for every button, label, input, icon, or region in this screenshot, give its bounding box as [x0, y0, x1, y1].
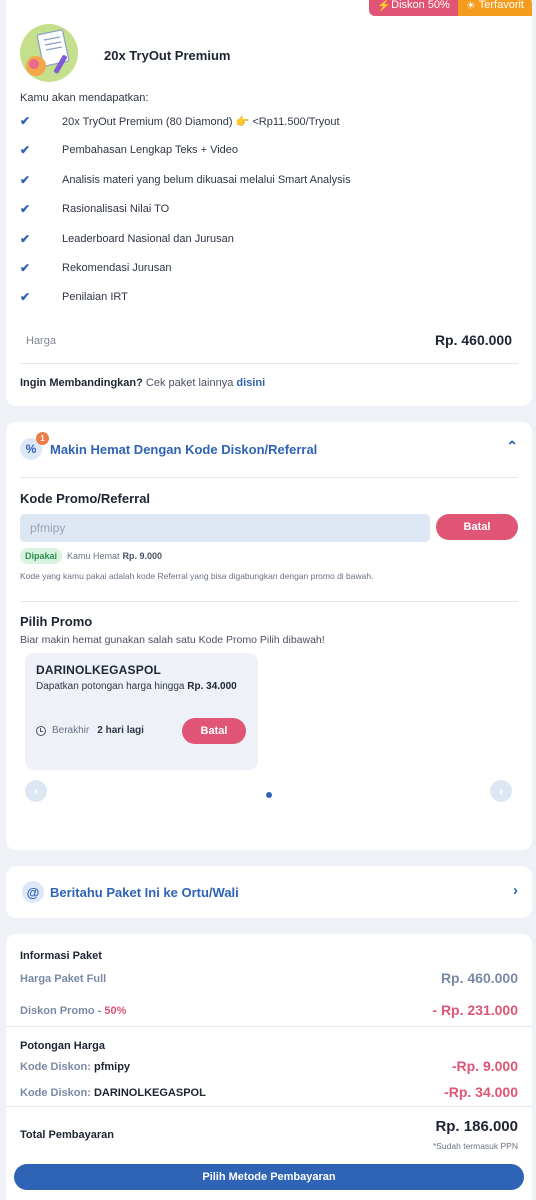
promo-header[interactable]: % 1 Makin Hemat Dengan Kode Diskon/Refer… [20, 432, 518, 462]
saving-value: Rp. 9.000 [122, 551, 163, 561]
discount-label: Diskon Promo - 50% [20, 1005, 127, 1017]
payment-summary-card: Informasi Paket Harga Paket Full Rp. 460… [6, 934, 532, 1200]
compare-link[interactable]: disini [236, 377, 265, 389]
carousel-dot[interactable] [266, 792, 272, 798]
notify-parent-card[interactable]: @ Beritahu Paket Ini ke Ortu/Wali › [6, 866, 532, 918]
cancel-code-button[interactable]: Batal [436, 514, 518, 540]
benefit-item: ✔ Rasionalisasi Nilai TO [20, 202, 170, 217]
check-icon: ✔ [20, 290, 31, 305]
promo-option-code: DARINOLKEGASPOL [36, 663, 162, 677]
notify-parent-title: Beritahu Paket Ini ke Ortu/Wali [50, 885, 239, 900]
promo-option-desc: Dapatkan potongan harga hingga Rp. 34.00… [36, 681, 237, 692]
notification-badge: 1 [36, 432, 49, 445]
package-illustration [20, 24, 78, 82]
used-badge: Dipakai [20, 548, 63, 564]
total-value: Rp. 186.000 [435, 1118, 518, 1135]
favorite-badge: ☀ Terfavorit [457, 0, 532, 16]
carousel-next-icon[interactable]: › [490, 780, 512, 802]
benefit-item: ✔ Pembahasan Lengkap Teks + Video [20, 143, 239, 158]
clock-icon [36, 725, 46, 736]
discount-code-2-label: Kode Diskon: DARINOLKEGASPOL [20, 1087, 206, 1099]
promo-option-card[interactable]: DARINOLKEGASPOL Dapatkan potongan harga … [25, 653, 258, 770]
divider [6, 1106, 532, 1107]
price-label: Harga [26, 335, 56, 347]
pick-promo-title: Pilih Promo [20, 614, 93, 629]
promo-code-title: Kode Promo/Referral [20, 491, 151, 506]
chevron-right-icon[interactable]: › [513, 882, 518, 899]
check-icon: ✔ [20, 260, 31, 275]
promo-header-title: Makin Hemat Dengan Kode Diskon/Referral [50, 441, 318, 457]
benefits-intro: Kamu akan mendapatkan: [20, 92, 149, 104]
promo-code-input[interactable] [20, 514, 430, 542]
package-card: ⚡ Diskon 50% ☀ Terfavorit 20x TryOut Prem… [6, 0, 532, 406]
choose-payment-method-button[interactable]: Pilih Metode Pembayaran [14, 1164, 524, 1190]
check-icon: ✔ [20, 172, 31, 187]
check-icon: ✔ [20, 114, 31, 128]
ppn-note: *Sudah termasuk PPN [432, 1141, 518, 1151]
cancel-promo-button[interactable]: Batal [182, 718, 246, 744]
benefit-item: ✔ Rekomendasi Jurusan [20, 260, 172, 275]
benefit-item: ✔ Penilaian IRT [20, 290, 128, 305]
check-icon: ✔ [20, 231, 31, 246]
benefit-item: ✔ Analisis materi yang belum dikuasai mel… [20, 172, 351, 187]
discount-code-2-value: -Rp. 34.000 [444, 1084, 518, 1100]
carousel-prev-icon[interactable]: ‹ [25, 780, 47, 802]
lightning-icon: ⚡ [377, 0, 392, 12]
price-cut-title: Potongan Harga [20, 1040, 105, 1052]
promo-card: % 1 Makin Hemat Dengan Kode Diskon/Refer… [6, 422, 532, 850]
discount-code-1-label: Kode Diskon: pfmipy [20, 1061, 131, 1073]
discount-badge: ⚡ Diskon 50% [369, 0, 458, 16]
divider [20, 477, 518, 478]
benefit-item: ✔ 20x TryOut Premium (80 Diamond) 👉 <Rp11… [20, 114, 340, 128]
full-price-value: Rp. 460.000 [440, 970, 518, 986]
divider [20, 363, 518, 364]
promo-option-expiry: Berakhir 2 hari lagi [36, 725, 144, 736]
divider [20, 601, 518, 602]
discount-value: - Rp. 231.000 [432, 1002, 518, 1018]
benefits-list: ✔ 20x TryOut Premium (80 Diamond) 👉 <Rp11… [20, 114, 520, 320]
divider [6, 1026, 532, 1027]
check-icon: ✔ [20, 202, 31, 217]
code-used-row: Dipakai Kamu Hemat Rp. 9.000 [20, 548, 162, 564]
compare-text: Ingin Membandingkan? Cek paket lainnya d… [20, 377, 266, 389]
full-price-label: Harga Paket Full [20, 973, 107, 985]
benefit-item: ✔ Leaderboard Nasional dan Jurusan [20, 231, 234, 246]
pick-promo-subtitle: Biar makin hemat gunakan salah satu Kode… [20, 634, 325, 646]
discount-code-1-value: -Rp. 9.000 [451, 1058, 518, 1074]
referral-note: Kode yang kamu pakai adalah kode Referra… [20, 571, 374, 581]
package-title: 20x TryOut Premium [104, 48, 231, 63]
price-value: Rp. 460.000 [434, 332, 512, 348]
chevron-up-icon[interactable]: ⌃ [506, 438, 518, 455]
package-info-title: Informasi Paket [20, 950, 102, 962]
at-sign-icon: @ [22, 881, 44, 903]
star-icon: ☀ [465, 0, 479, 12]
discount-icon: % 1 [20, 432, 49, 460]
package-badges: ⚡ Diskon 50% ☀ Terfavorit [369, 0, 532, 16]
check-icon: ✔ [20, 143, 31, 158]
total-label: Total Pembayaran [20, 1129, 114, 1141]
